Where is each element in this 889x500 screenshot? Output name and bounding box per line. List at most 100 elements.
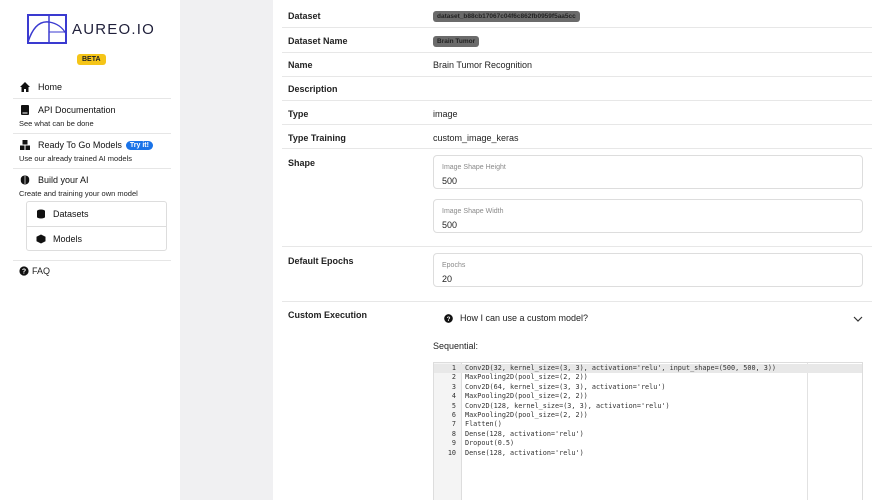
logo[interactable]: AUREO.IO xyxy=(27,14,155,44)
detail-value: image xyxy=(433,109,458,119)
line-number: 10 xyxy=(447,448,456,457)
field-label: Epochs xyxy=(442,262,466,269)
cube-icon xyxy=(36,234,46,243)
code-line[interactable]: 1 Conv2D(32, kernel_size=(3, 3), activati… xyxy=(434,364,862,374)
line-number: 5 xyxy=(451,401,456,410)
sidebar-item-build-your-ai[interactable]: Build your AI Create and training your o… xyxy=(13,169,171,261)
logo-icon xyxy=(27,14,67,44)
code-line[interactable]: 4 MaxPooling2D(pool_size=(2, 2)) xyxy=(434,392,862,401)
code-line[interactable]: 5 Conv2D(128, kernel_size=(3, 3), activat… xyxy=(434,402,862,411)
sidebar-item-api-documentation[interactable]: API Documentation See what can be done xyxy=(13,99,171,134)
epochs-field[interactable]: Epochs 20 xyxy=(433,253,863,287)
beta-badge: BETA xyxy=(77,54,106,65)
detail-row-type-training: Type Training custom_image_keras xyxy=(282,125,872,149)
line-number: 2 xyxy=(451,373,456,382)
dataset-name-badge: Brain Tumor xyxy=(433,36,480,47)
svg-text:?: ? xyxy=(447,316,451,323)
field-label: Image Shape Height xyxy=(442,164,506,171)
sidebar-item-label: API Documentation xyxy=(38,105,116,115)
code-editor[interactable]: 1 Conv2D(32, kernel_size=(3, 3), activati… xyxy=(433,362,863,500)
sidebar-item-subtitle: Create and training your own model xyxy=(19,189,138,198)
code-text: Dropout(0.5) xyxy=(465,439,515,448)
detail-label: Default Epochs xyxy=(288,256,354,266)
custom-execution-label: Custom Execution xyxy=(288,310,368,320)
sidebar-item-models[interactable]: Models xyxy=(27,226,166,250)
line-number: 8 xyxy=(451,429,456,438)
code-line[interactable]: 8 Dense(128, activation='relu') xyxy=(434,430,862,439)
code-line[interactable]: 2 MaxPooling2D(pool_size=(2, 2)) xyxy=(434,373,862,382)
code-text: MaxPooling2D(pool_size=(2, 2)) xyxy=(465,411,588,419)
sidebar-item-label: FAQ xyxy=(32,266,51,276)
line-number: 4 xyxy=(451,392,456,401)
code-text: Conv2D(32, kernel_size=(3, 3), activatio… xyxy=(465,364,776,372)
field-value: 500 xyxy=(442,176,458,186)
accordion-title: How I can use a custom model? xyxy=(460,313,589,323)
code-line[interactable]: 9 Dropout(0.5) xyxy=(434,439,862,448)
sequential-label: Sequential: xyxy=(433,341,479,351)
sidebar-item-label: Build your AI xyxy=(38,175,89,185)
detail-row-default-epochs: Default Epochs Epochs 20 xyxy=(282,247,872,302)
sidebar-item-datasets[interactable]: Datasets xyxy=(27,202,166,226)
code-text: MaxPooling2D(pool_size=(2, 2)) xyxy=(465,392,588,401)
question-circle-icon: ? xyxy=(444,313,453,323)
try-it-badge[interactable]: Try it! xyxy=(125,140,153,150)
sidebar-item-label: Home xyxy=(38,82,63,92)
detail-label: Description xyxy=(288,84,338,94)
detail-label: Dataset xyxy=(288,11,321,21)
line-number: 1 xyxy=(451,364,456,372)
sidebar-item-label: Ready To Go Models xyxy=(38,140,122,150)
sidebar-item-ready-to-go-models[interactable]: Ready To Go Models Try it! Use our alrea… xyxy=(13,134,171,169)
detail-label: Dataset Name xyxy=(288,36,348,46)
image-shape-width-field[interactable]: Image Shape Width 500 xyxy=(433,199,863,233)
line-number: 7 xyxy=(451,420,456,429)
question-circle-icon: ? xyxy=(19,266,29,276)
dataset-id-badge: dataset_b88cb17067c04f6c862fb0959f5aa5cc xyxy=(433,11,580,22)
image-shape-height-field[interactable]: Image Shape Height 500 xyxy=(433,155,863,189)
sidebar-item-subtitle: See what can be done xyxy=(19,119,94,128)
code-line[interactable]: 6 MaxPooling2D(pool_size=(2, 2)) xyxy=(434,411,862,420)
brand-name: AUREO.IO xyxy=(72,20,155,38)
database-icon xyxy=(37,209,45,219)
sidebar-item-subtitle: Use our already trained AI models xyxy=(19,154,132,163)
line-number: 3 xyxy=(451,382,456,391)
code-line[interactable]: 3 Conv2D(64, kernel_size=(3, 3), activati… xyxy=(434,383,862,392)
custom-model-accordion[interactable]: ? How I can use a custom model? xyxy=(444,313,864,323)
sidebar-item-faq[interactable]: ? FAQ xyxy=(13,261,171,276)
svg-text:?: ? xyxy=(22,269,26,276)
field-label: Image Shape Width xyxy=(442,208,504,215)
cubes-icon xyxy=(20,140,30,150)
field-value: 20 xyxy=(442,274,453,284)
detail-row-name: Name Brain Tumor Recognition xyxy=(282,53,872,77)
detail-row-type: Type image xyxy=(282,101,872,125)
code-text: Dense(128, activation='relu') xyxy=(465,429,584,438)
code-text: MaxPooling2D(pool_size=(2, 2)) xyxy=(465,373,588,382)
code-text: Conv2D(64, kernel_size=(3, 3), activatio… xyxy=(465,382,666,391)
detail-label: Shape xyxy=(288,158,316,168)
code-line[interactable]: 10 Dense(128, activation='relu') xyxy=(434,449,862,458)
code-text: Conv2D(128, kernel_size=(3, 3), activati… xyxy=(465,401,670,410)
line-number: 9 xyxy=(451,439,456,448)
detail-label: Name xyxy=(288,60,313,70)
book-icon xyxy=(21,105,29,115)
detail-row-dataset-name: Dataset Name Brain Tumor xyxy=(282,28,872,53)
detail-row-description: Description xyxy=(282,77,872,101)
model-details-panel: Dataset dataset_b88cb17067c04f6c862fb095… xyxy=(273,0,889,500)
detail-label: Type xyxy=(288,109,309,119)
code-text: Dense(128, activation='relu') xyxy=(465,448,584,457)
detail-value: Brain Tumor Recognition xyxy=(433,60,533,70)
sidebar-item-home[interactable]: Home xyxy=(13,76,171,99)
chevron-down-icon[interactable] xyxy=(852,313,864,325)
brain-icon xyxy=(20,175,30,185)
sidebar-nav: Home API Documentation See what can be d… xyxy=(13,76,171,276)
home-icon xyxy=(20,82,30,92)
detail-row-dataset: Dataset dataset_b88cb17067c04f6c862fb095… xyxy=(282,0,872,28)
sidebar-item-label: Datasets xyxy=(53,209,89,219)
sidebar-item-label: Models xyxy=(53,233,83,244)
field-value: 500 xyxy=(442,220,458,230)
line-number: 6 xyxy=(451,411,456,419)
detail-label: Type Training xyxy=(288,133,346,143)
sidebar: AUREO.IO BETA Home API Documentation See… xyxy=(0,0,180,500)
code-line[interactable]: 7 Flatten() xyxy=(434,420,862,429)
detail-row-shape: Shape Image Shape Height 500 Image Shape… xyxy=(282,149,872,247)
code-text: Flatten() xyxy=(465,420,502,429)
